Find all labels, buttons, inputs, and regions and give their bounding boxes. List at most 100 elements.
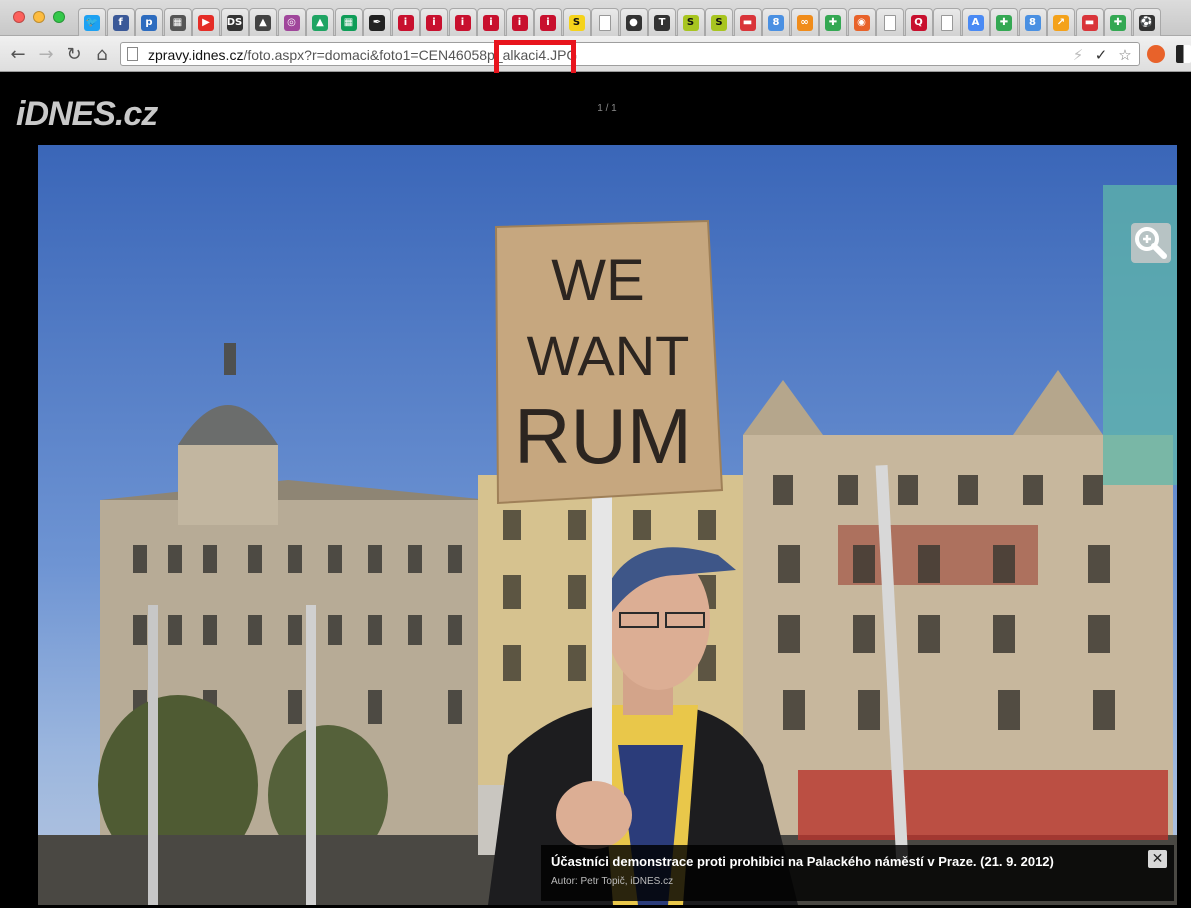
browser-tab[interactable]: ▬ [1075, 8, 1104, 36]
browser-tab[interactable]: 🐦 [78, 8, 106, 36]
s-green-icon: S [711, 14, 727, 31]
browser-tab[interactable]: A [961, 8, 990, 36]
blank-page-icon [884, 14, 896, 31]
soccer-icon: ⚽ [1138, 14, 1155, 31]
browser-tab[interactable]: ▬ [733, 8, 762, 36]
close-window-button[interactable] [13, 11, 25, 23]
reload-button[interactable]: ↻ [64, 43, 84, 65]
browser-tab[interactable]: i [391, 8, 420, 36]
browser-tab[interactable]: ↗ [1047, 8, 1075, 36]
url-host: zpravy.idnes.cz [148, 47, 244, 63]
browser-tab[interactable]: 8 [762, 8, 790, 36]
photo-viewer: iDNES.cz 1 / 1 WE WANT RUM Účastníci dem… [0, 73, 1191, 908]
maps-icon: ✚ [996, 14, 1012, 31]
browser-tab[interactable]: i [477, 8, 505, 36]
site-logo[interactable]: iDNES.cz [16, 95, 158, 134]
idnes-icon: i [426, 14, 442, 31]
swirl-orange-icon: ◉ [853, 14, 870, 31]
facebook-icon: f [112, 14, 129, 31]
browser-tab[interactable]: ◎ [277, 8, 306, 36]
browser-tab[interactable] [876, 8, 904, 36]
photo: WE WANT RUM Účastníci demonstrace proti … [38, 145, 1177, 905]
youtube-icon: ▶ [198, 14, 214, 31]
forward-button[interactable]: → [36, 43, 56, 65]
browser-tab[interactable]: Q [904, 8, 933, 36]
blank-page-icon [599, 14, 611, 31]
caption-author: Autor: Petr Topič, iDNES.cz [551, 876, 674, 887]
extension-icon[interactable] [1147, 45, 1165, 63]
browser-tab[interactable]: 8 [1018, 8, 1047, 36]
caption-title: Účastníci demonstrace proti prohibici na… [551, 854, 1054, 869]
browser-tab[interactable] [933, 8, 961, 36]
chart-icon: ↗ [1053, 14, 1069, 31]
twitter-icon: 🐦 [84, 14, 100, 31]
browser-tab[interactable]: S [676, 8, 705, 36]
browser-tab[interactable]: ▲ [249, 8, 277, 36]
idnes-icon: i [454, 14, 471, 31]
back-arrow-icon: ← [10, 43, 26, 65]
s-yellow-icon: S [568, 14, 585, 31]
browser-tab[interactable]: ◉ [847, 8, 876, 36]
back-button[interactable]: ← [8, 43, 28, 65]
extension-icon[interactable] [1176, 45, 1191, 63]
tab-strip: 🐦 f p ▦ ▶ DS ▲ ◎ ▲ ▦ ✒ i i i i i i S ● T S S ▬ 8 ∞ ✚ ◉ Q A ✚ 8 ↗ ▬ ✚ ⚽ [0, 0, 1191, 36]
magnifier-icon [1135, 227, 1167, 259]
home-button[interactable]: ⌂ [92, 43, 112, 65]
browser-tab[interactable]: ▦ [334, 8, 363, 36]
browser-tab[interactable]: S [705, 8, 733, 36]
idnes-icon: i [511, 14, 528, 31]
address-bar[interactable]: zpravy.idnes.cz/foto.aspx?r=domaci&foto1… [120, 42, 1140, 66]
photo-caption: Účastníci demonstrace proti prohibici na… [541, 845, 1174, 901]
idnes-icon: i [397, 14, 414, 31]
browser-tab[interactable] [591, 8, 619, 36]
browser-tab[interactable]: ✚ [1104, 8, 1132, 36]
browser-tab[interactable]: ▦ [163, 8, 192, 36]
checkmark-icon[interactable]: ✓ [1091, 45, 1111, 65]
browser-tab[interactable]: ▶ [192, 8, 220, 36]
t-icon: T [654, 14, 670, 31]
github-icon: ● [625, 14, 642, 31]
zoom-button[interactable] [1131, 223, 1171, 263]
browser-tab[interactable]: p [135, 8, 163, 36]
browser-tab[interactable]: ∞ [790, 8, 819, 36]
browser-tab[interactable]: ✚ [990, 8, 1018, 36]
browser-tab[interactable]: i [420, 8, 448, 36]
google-icon: 8 [768, 14, 784, 31]
pinboard-icon: p [141, 14, 157, 31]
swirl-icon: ◎ [283, 14, 300, 31]
browser-tab[interactable]: i [448, 8, 477, 36]
calculator-icon: ▦ [169, 14, 186, 31]
maps-icon: ✚ [825, 14, 841, 31]
owl-icon: ∞ [796, 14, 813, 31]
browser-tab[interactable]: f [106, 8, 135, 36]
browser-tab[interactable]: S [562, 8, 591, 36]
browser-tab[interactable]: T [648, 8, 676, 36]
home-icon: ⌂ [96, 43, 108, 65]
page-icon [127, 47, 138, 61]
translate-icon: A [967, 14, 984, 31]
minimize-window-button[interactable] [33, 11, 45, 23]
browser-tab[interactable]: i [505, 8, 534, 36]
browser-toolbar: ← → ↻ ⌂ zpravy.idnes.cz/foto.aspx?r=doma… [0, 36, 1191, 72]
lightning-icon[interactable]: ⚡ [1071, 45, 1085, 65]
forward-arrow-icon: → [38, 43, 54, 65]
reload-icon: ↻ [66, 43, 82, 65]
browser-tab[interactable]: ✒ [363, 8, 391, 36]
idnes-icon: i [483, 14, 499, 31]
browser-tab[interactable]: DS [220, 8, 249, 36]
browser-tab[interactable]: ⚽ [1132, 8, 1161, 36]
browser-tab[interactable]: ● [619, 8, 648, 36]
feather-icon: ✒ [369, 14, 385, 31]
ds-icon: DS [226, 14, 243, 31]
photo-illustration: WE WANT RUM [38, 185, 1177, 905]
browser-tab[interactable]: ✚ [819, 8, 847, 36]
bookmark-star-icon[interactable]: ☆ [1115, 45, 1135, 65]
sign-line-we: WE [551, 248, 644, 313]
close-caption-button[interactable]: ✕ [1148, 850, 1167, 868]
tabs: 🐦 f p ▦ ▶ DS ▲ ◎ ▲ ▦ ✒ i i i i i i S ● T S S ▬ 8 ∞ ✚ ◉ Q A ✚ 8 ↗ ▬ ✚ ⚽ [78, 8, 1161, 36]
zoom-window-button[interactable] [53, 11, 65, 23]
sheets-icon: ▦ [340, 14, 357, 31]
browser-tab[interactable]: ▲ [306, 8, 334, 36]
sign-line-rum: RUM [514, 392, 692, 480]
browser-tab[interactable]: i [534, 8, 562, 36]
